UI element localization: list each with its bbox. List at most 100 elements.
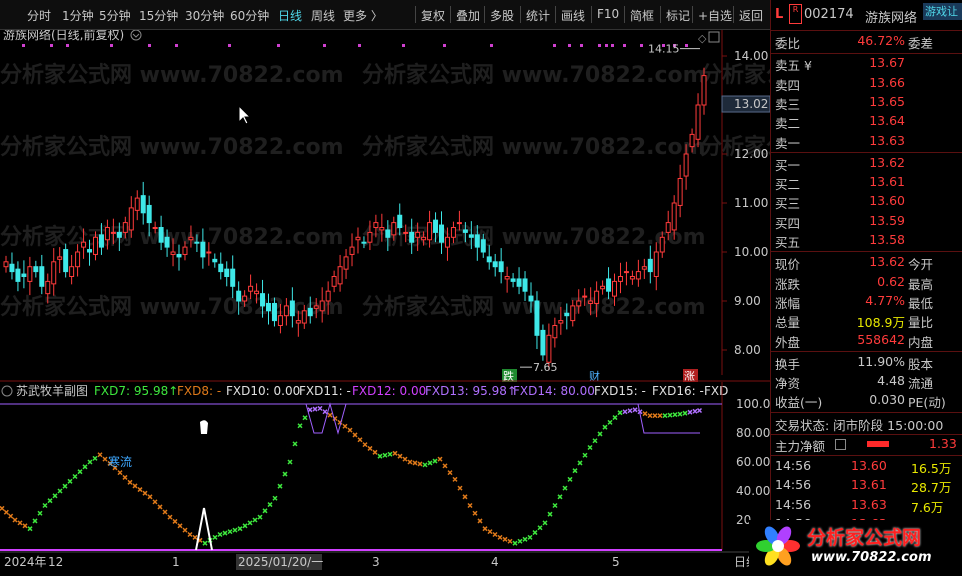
main-net-label: 主力净额 (775, 438, 826, 454)
oscillator-mark (407, 459, 413, 465)
period-tab-6[interactable]: 日线 (278, 7, 302, 24)
row-label: 委比 (775, 36, 801, 51)
oscillator-mark (502, 536, 508, 542)
period-tab-2[interactable]: 5分钟 (99, 7, 131, 24)
oscillator-mark (72, 473, 78, 480)
oscillator-mark (552, 502, 558, 509)
period-tab-3[interactable]: 15分钟 (139, 7, 178, 24)
oscillator-mark (242, 523, 248, 529)
oscillator-mark (42, 502, 48, 509)
row-value: 13.58 (869, 232, 905, 247)
candle-body (158, 227, 164, 243)
candle-body (313, 305, 319, 309)
candle-body (403, 231, 409, 234)
candle-body (516, 278, 522, 287)
period-tab-0[interactable]: 分时 (27, 7, 51, 24)
tool-button-1[interactable]: 叠加 (456, 7, 480, 24)
row-value: 13.59 (869, 212, 905, 228)
candle-body (564, 312, 570, 317)
period-tab-4[interactable]: 30分钟 (185, 7, 224, 24)
chart-area[interactable]: 分析家公式网 www.70822.com 分析家公式网 www.70822.com… (0, 27, 962, 573)
tick-price: 13.60 (851, 457, 887, 473)
maximize-icon[interactable] (708, 31, 720, 43)
oscillator-mark (422, 462, 428, 468)
oscillator-mark (597, 431, 603, 437)
oscillator-mark (312, 406, 318, 412)
oscillator-mark (677, 411, 683, 417)
row-label-secondary: 内盘 (908, 334, 934, 350)
period-tab-8[interactable]: 更多 〉 (343, 7, 383, 24)
tool-button-3[interactable]: 统计 (526, 7, 550, 24)
candle-body (367, 231, 373, 243)
oscillator-mark (667, 412, 673, 418)
candle-body (301, 310, 307, 324)
oscillator-mark (432, 458, 438, 464)
candle-body (600, 285, 606, 290)
oscillator-mark (32, 518, 38, 524)
indicator-axis-label: 40.00 (736, 484, 770, 498)
tool-button-6[interactable]: 简框 (630, 7, 654, 24)
period-tab-1[interactable]: 1分钟 (62, 7, 94, 24)
toolbar-divider (484, 6, 485, 23)
price-axis-label: 9.00 (734, 294, 761, 308)
candle-body (355, 236, 361, 241)
divider (771, 350, 962, 352)
indicator-settings-icon[interactable] (1, 385, 13, 397)
oscillator-mark (652, 413, 658, 419)
candle-body (677, 178, 683, 206)
candle-body (128, 207, 134, 231)
oscillator-mark (117, 470, 123, 476)
candle-body (260, 293, 266, 307)
toolbar-divider (733, 6, 734, 23)
oscillator-mark (97, 452, 103, 458)
tool-button-5[interactable]: F10 (597, 7, 619, 21)
candle-body (689, 133, 695, 148)
tool-button-4[interactable]: 画线 (561, 7, 585, 24)
oscillator-mark (632, 407, 638, 413)
stat-row-0: 现价 13.62 今开 (771, 253, 962, 272)
oscillator-mark (392, 450, 398, 456)
oscillator-mark (147, 494, 153, 500)
oscillator-mark (12, 517, 18, 523)
oscillator-mark (262, 508, 268, 514)
tool-button-2[interactable]: 多股 (490, 7, 514, 24)
settings-icon[interactable] (130, 29, 142, 41)
tool-button-9[interactable]: 返回 (739, 7, 763, 24)
tool-button-8[interactable]: +自选 (698, 7, 732, 24)
period-tab-5[interactable]: 60分钟 (230, 7, 269, 24)
oscillator-mark (302, 415, 308, 421)
candle-body (277, 315, 283, 327)
candle-body (594, 290, 600, 304)
candle-body (295, 320, 301, 324)
oscillator-mark (322, 409, 328, 415)
candle-body (468, 234, 474, 238)
tool-button-7[interactable]: 标记 (666, 7, 690, 24)
oscillator-mark (152, 499, 158, 505)
chart-canvas[interactable]: 分析家公式网 www.70822.com 分析家公式网 www.70822.com… (0, 27, 962, 573)
concept-badge[interactable]: 游戏让 (923, 3, 962, 20)
oscillator-mark (252, 517, 258, 523)
row-label: 买二 (775, 177, 801, 193)
indicator-legend-item: FXD8: - (177, 384, 221, 398)
logo-icon (756, 526, 800, 566)
candle-body (647, 258, 653, 273)
oscillator-mark (467, 502, 473, 509)
row-label: 收益(一) (775, 395, 823, 411)
oscillator-mark (512, 540, 518, 546)
expand-icon[interactable]: ◇ (698, 32, 707, 45)
list-icon[interactable] (835, 438, 846, 450)
tool-button-0[interactable]: 复权 (421, 7, 445, 24)
row-label: 涨幅 (775, 295, 801, 311)
oscillator-mark (37, 510, 43, 516)
indicator-axis-label: 100.0 (736, 397, 770, 411)
oscillator-mark (457, 485, 463, 491)
candle-body (116, 231, 122, 238)
oscillator-mark (617, 410, 623, 416)
watermark-text: 分析家公式网 www.70822.com (0, 224, 344, 250)
candle-body (3, 261, 9, 268)
indicator-axis-label: 60.00 (736, 455, 770, 469)
period-tab-7[interactable]: 周线 (311, 7, 335, 24)
row-label: 卖三 (775, 96, 801, 112)
candle-body (110, 231, 116, 234)
oscillator-mark (362, 442, 368, 448)
